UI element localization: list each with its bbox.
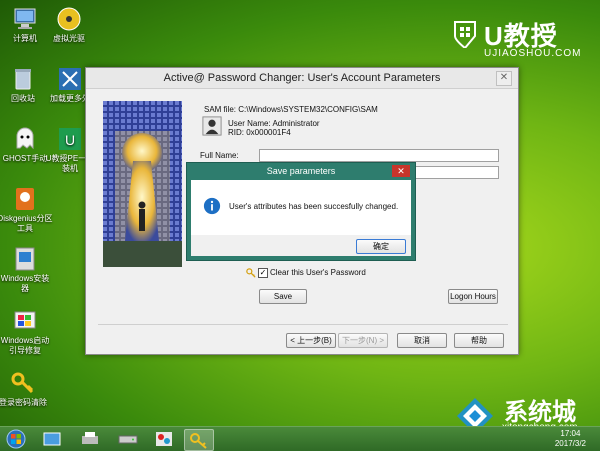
clear-password-label: Clear this User's Password <box>270 268 366 277</box>
desktop-icon-label: 登录密码清除 <box>0 398 47 407</box>
sam-file-path: SAM file: C:\Windows\SYSTEM32\CONFIG\SAM <box>204 105 378 114</box>
desktop-icon-label: 回收站 <box>11 94 35 103</box>
window-titlebar[interactable]: Active@ Password Changer: User's Account… <box>86 68 518 89</box>
diskgenius-icon <box>16 188 34 210</box>
desktop-icon-label: Diskgenius分区工具 <box>0 214 53 233</box>
taskbar: 17:04 2017/3/2 <box>0 426 600 451</box>
desktop-icon-label: 虚拟光驱 <box>53 34 85 43</box>
back-button[interactable]: < 上一步(B) <box>286 333 336 348</box>
desktop-icon-boot-repair[interactable]: Windows启动引导修复 <box>0 308 53 356</box>
full-name-label: Full Name: <box>200 151 239 160</box>
start-button-icon[interactable] <box>2 429 30 449</box>
dialog-titlebar[interactable]: Save parameters ✕ <box>187 163 415 180</box>
window-close-button[interactable]: ✕ <box>496 71 512 86</box>
info-icon <box>203 197 221 215</box>
full-name-input[interactable] <box>259 149 499 162</box>
keyhole-illustration <box>103 101 182 267</box>
desktop-icon-virtual-drive[interactable]: 虚拟光驱 <box>41 6 97 44</box>
desktop-icon-label: Windows启动引导修复 <box>0 336 50 355</box>
dialog-footer: 确定 <box>191 235 411 256</box>
user-rid: RID: 0x000001F4 <box>228 128 291 137</box>
u-shield-icon: U <box>59 128 81 150</box>
dialog-ok-button[interactable]: 确定 <box>356 239 406 254</box>
help-button[interactable]: 帮助 <box>454 333 504 348</box>
user-name: User Name: Administrator <box>228 119 320 128</box>
desktop-icon-password-clear[interactable]: 登录密码清除 <box>0 370 51 408</box>
computer-icon <box>14 8 36 29</box>
expand-arrows-icon <box>59 68 81 90</box>
svg-text:U: U <box>65 132 75 148</box>
desktop-icon-label: Windows安装器 <box>0 274 50 293</box>
password-changer-taskbar-icon[interactable] <box>184 429 214 451</box>
desktop-icon-label: 加载更多外 <box>50 94 90 103</box>
desktop-icon-label: GHOST手动 <box>2 154 48 163</box>
ghost-icon <box>16 127 34 150</box>
clock-time: 17:04 <box>560 429 581 438</box>
windows-installer-icon <box>15 247 35 271</box>
clock-date: 2017/3/2 <box>554 439 586 448</box>
brand-domain: UJIAOSHOU.COM <box>484 48 582 59</box>
desktop-icon-label: 计算机 <box>13 34 37 43</box>
printer-taskbar-icon[interactable] <box>76 429 104 449</box>
disc-icon <box>57 7 81 31</box>
boot-repair-icon <box>14 311 36 329</box>
key-icon <box>11 372 34 394</box>
key-small-icon <box>246 268 256 278</box>
taskbar-clock[interactable]: 17:04 2017/3/2 <box>555 429 586 449</box>
explorer-taskbar-icon[interactable] <box>38 429 66 449</box>
dialog-message: User's attributes has been succesfully c… <box>229 202 399 211</box>
dialog-body: User's attributes has been succesfully c… <box>191 180 411 235</box>
logon-hours-button[interactable]: Logon Hours <box>448 289 498 304</box>
brand-logo: U教授 UJIAOSHOU.COM <box>452 14 582 64</box>
tools-taskbar-icon[interactable] <box>150 429 178 449</box>
desktop-icon-windows-installer[interactable]: Windows安装器 <box>0 246 53 294</box>
clear-password-checkbox[interactable]: ✓ <box>258 268 268 278</box>
dialog-close-button[interactable]: ✕ <box>392 165 410 177</box>
window-title: Active@ Password Changer: User's Account… <box>163 72 441 84</box>
drive-taskbar-icon[interactable] <box>114 429 142 449</box>
cancel-button[interactable]: 取消 <box>397 333 447 348</box>
windows-shield-icon <box>454 21 476 48</box>
save-button[interactable]: Save <box>259 289 307 304</box>
save-parameters-dialog: Save parameters ✕ User's attributes has … <box>186 162 416 261</box>
user-icon <box>202 116 222 136</box>
dialog-title: Save parameters <box>266 166 336 176</box>
desktop-icon-diskgenius[interactable]: Diskgenius分区工具 <box>0 186 53 234</box>
recycle-bin-icon <box>15 69 31 90</box>
window-separator <box>98 324 508 325</box>
next-button: 下一步(N) > <box>338 333 388 348</box>
